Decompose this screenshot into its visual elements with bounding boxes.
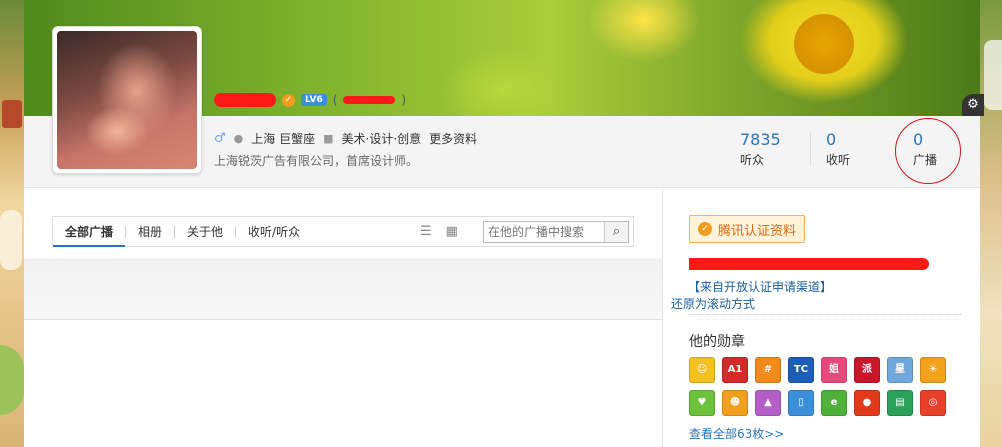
- skin-deco-cloud: [0, 210, 22, 270]
- column-divider: [662, 190, 663, 447]
- medals-grid: ☺ A1 # TC 姐派星 ☀ ♥ ☻ ▲ ▯ e ● ▤ ◎: [689, 357, 951, 416]
- medals-title: 他的勋章: [689, 334, 745, 350]
- industry-text: 美术·设计·创意: [341, 131, 422, 146]
- feed-search-input[interactable]: [484, 222, 604, 242]
- medal-icon[interactable]: 星: [887, 357, 913, 383]
- banner-flower: [794, 14, 854, 74]
- tab-about[interactable]: 关于他: [175, 217, 235, 247]
- medal-icon[interactable]: #: [755, 357, 781, 383]
- tab-following-listeners[interactable]: 收听/听众: [236, 217, 312, 247]
- medal-icon[interactable]: ☺: [689, 357, 715, 383]
- verification-info-label: 腾讯认证资料: [718, 223, 797, 239]
- location-text: 上海 巨蟹座: [251, 131, 316, 146]
- skin-deco-leaf: [0, 345, 24, 415]
- stat-divider: [810, 132, 811, 166]
- verified-icon: ✓: [698, 222, 712, 236]
- profile-bio: 上海锐茨广告有限公司，首席设计师。: [214, 154, 419, 168]
- stat-listeners-label: 听众: [740, 153, 765, 167]
- tab-all-broadcasts[interactable]: 全部广播: [53, 217, 126, 247]
- list-view-icon[interactable]: ☰: [420, 224, 432, 239]
- medal-icon[interactable]: ♥: [689, 390, 715, 416]
- skin-decoration-left: [0, 0, 24, 447]
- medal-icon[interactable]: ●: [854, 390, 880, 416]
- medal-icon[interactable]: ◎: [920, 390, 946, 416]
- skin-deco-sign: [2, 100, 22, 128]
- more-info-link[interactable]: 更多资料: [429, 130, 477, 147]
- level-badge[interactable]: LV6: [301, 94, 327, 106]
- banner-settings-gear-icon[interactable]: ⚙: [962, 94, 984, 116]
- handle-paren-close: ): [401, 93, 407, 107]
- stat-listeners[interactable]: 7835 听众: [740, 130, 781, 168]
- medal-icon[interactable]: 派: [854, 357, 880, 383]
- briefcase-icon: ■: [323, 131, 334, 145]
- feed-search: ⌕: [483, 221, 629, 243]
- medal-icon[interactable]: e: [821, 390, 847, 416]
- open-verification-channel-link[interactable]: 【来自开放认证申请渠道】: [688, 278, 832, 295]
- restore-scroll-mode-link[interactable]: 还原为滚动方式: [671, 295, 755, 312]
- medal-icon[interactable]: ☻: [722, 390, 748, 416]
- medal-icon[interactable]: A1: [722, 357, 748, 383]
- stat-following-label: 收听: [826, 153, 851, 167]
- name-row: ✓ LV6 ( ): [214, 90, 406, 110]
- skin-deco-cloud-right: [984, 40, 1002, 110]
- avatar-image: [57, 31, 197, 169]
- verified-icon[interactable]: ✓: [282, 93, 295, 107]
- stat-listeners-count: 7835: [740, 130, 781, 149]
- feed-content-area: [24, 258, 662, 320]
- medal-icon[interactable]: TC: [788, 357, 814, 383]
- redacted-handle: [343, 96, 396, 104]
- skin-decoration-right: [980, 0, 1002, 447]
- medal-icon[interactable]: ▲: [755, 390, 781, 416]
- profile-page: ⚙ ✓ LV6 ( ) ♂ ● 上海 巨蟹座 ■ 美术·设计·创意 更多资料 上…: [24, 0, 984, 447]
- location-pin-icon: ●: [233, 131, 244, 145]
- stat-following[interactable]: 0 收听: [826, 130, 850, 168]
- medal-icon[interactable]: 姐: [821, 357, 847, 383]
- medal-icon[interactable]: ▯: [788, 390, 814, 416]
- right-column-divider: [689, 314, 961, 315]
- view-all-medals-link[interactable]: 查看全部63枚>>: [689, 425, 784, 442]
- profile-meta-row: ♂ ● 上海 巨蟹座 ■ 美术·设计·创意 更多资料: [214, 128, 477, 148]
- view-toggle-group: ☰ ▦: [420, 224, 458, 239]
- redacted-verification-text: [689, 258, 929, 270]
- search-icon[interactable]: ⌕: [604, 222, 628, 242]
- redacted-username: [214, 93, 276, 107]
- calendar-view-icon[interactable]: ▦: [446, 224, 458, 239]
- handle-paren-open: (: [332, 93, 338, 107]
- annotation-circle: [895, 118, 961, 184]
- medal-icon[interactable]: ▤: [887, 390, 913, 416]
- male-icon: ♂: [214, 130, 226, 146]
- avatar[interactable]: [52, 26, 202, 174]
- tab-album[interactable]: 相册: [126, 217, 174, 247]
- feed-tabs: 全部广播 相册 关于他 收听/听众 ☰ ▦ ⌕: [52, 216, 634, 247]
- stat-following-count: 0: [826, 130, 837, 149]
- medal-icon[interactable]: ☀: [920, 357, 946, 383]
- verification-info-button[interactable]: ✓ 腾讯认证资料: [689, 215, 806, 243]
